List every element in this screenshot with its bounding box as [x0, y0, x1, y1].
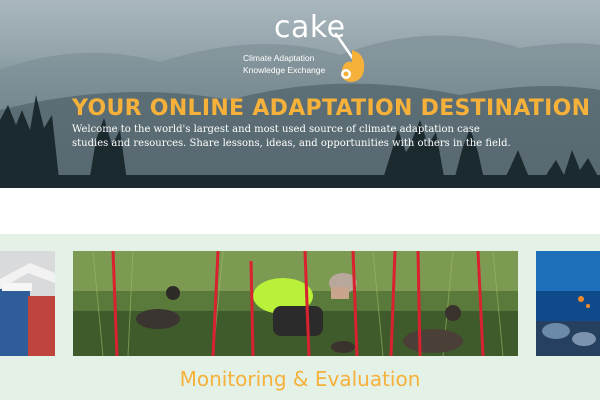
cake-logo-icon: [334, 32, 365, 82]
hero-title: YOUR ONLINE ADAPTATION DESTINATION: [72, 96, 591, 121]
carousel-slide-current[interactable]: [73, 251, 518, 356]
carousel-slide-next[interactable]: [536, 251, 600, 356]
topic-carousel: Monitoring & Evaluation: [0, 234, 600, 400]
cake-logo[interactable]: cake Climate Adaptation Knowledge Exchan…: [238, 10, 378, 88]
field-monitoring-photo: [73, 251, 518, 356]
hero-banner: cake Climate Adaptation Knowledge Exchan…: [0, 0, 600, 188]
books-image: [0, 251, 55, 356]
hero-description: Welcome to the world's largest and most …: [72, 124, 511, 149]
logo-subtitle-line1: Climate Adaptation: [243, 53, 315, 63]
carousel-slide-previous[interactable]: [0, 251, 55, 356]
coral-reef-image: [536, 251, 600, 356]
carousel-caption[interactable]: Monitoring & Evaluation: [0, 367, 600, 391]
logo-subtitle-line2: Knowledge Exchange: [243, 65, 326, 75]
